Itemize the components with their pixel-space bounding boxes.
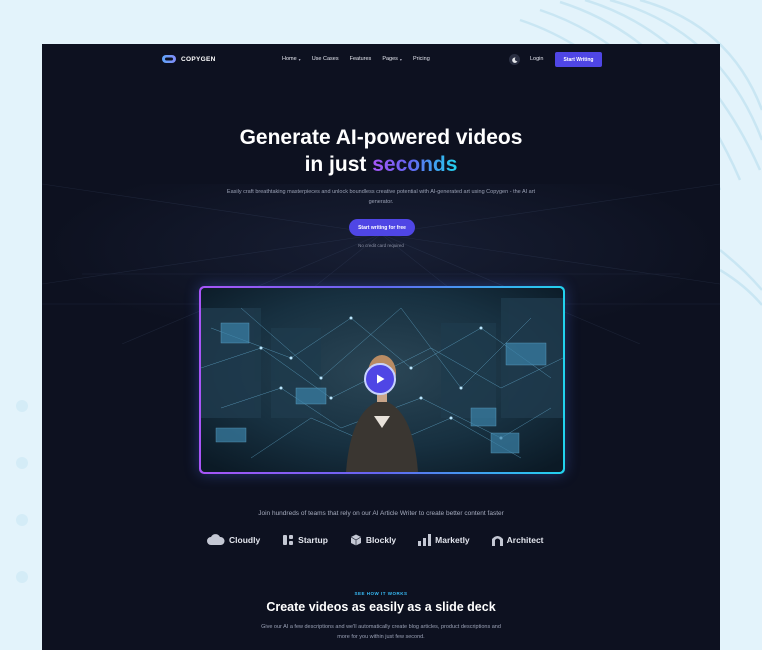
arch-icon [491,536,503,546]
startup-icon [283,535,294,545]
brand-name: Architect [506,535,544,545]
play-icon [377,374,385,384]
start-writing-button[interactable]: Start Writing [555,52,602,67]
hero-subtitle: Easily craft breathtaking masterpieces a… [226,189,536,205]
nav-item-use-cases[interactable]: Use Cases [312,56,339,62]
chevron-down-icon: ▾ [298,56,301,62]
nav-item-label: Use Cases [311,56,339,62]
nav-item-pages[interactable]: Pages ▾ [382,56,402,62]
brand-name: Cloudly [229,535,261,545]
start-writing-free-button[interactable]: Start writing for free [349,219,415,236]
logo-icon [162,55,176,63]
top-nav: COPYGEN Home ▾ Use Cases Features Pages … [42,44,720,76]
hero-title-line1: Generate AI-powered videos [239,126,523,149]
nav-item-pricing[interactable]: Pricing [413,56,430,62]
hero-title-line2: in just seconds [42,151,720,178]
login-link[interactable]: Login [530,56,543,62]
nav-item-label: Pricing [412,56,430,62]
hero-title-highlight: seconds [372,153,458,176]
logo[interactable]: COPYGEN [162,54,216,64]
cloud-icon [207,534,225,545]
moon-icon [511,57,517,63]
hero-title: Generate AI-powered videos in just secon… [42,124,720,178]
bar-chart-icon [418,534,432,546]
decorative-dots [16,400,28,628]
decorative-dot [16,400,28,412]
brand-name: Marketly [435,535,470,545]
section-title: Create videos as easily as a slide deck [266,600,496,614]
teams-heading: Join hundreds of teams that rely on our … [258,510,504,517]
no-credit-card-note: No credit card required [358,243,404,248]
theme-toggle[interactable] [509,54,520,65]
decorative-dot [16,571,28,583]
nav-item-features[interactable]: Features [350,56,372,62]
brand-blockly: Blockly [350,534,396,546]
decorative-dot [16,514,28,526]
nav-item-label: Features [349,56,372,62]
hero-title-prefix: in just [304,153,373,176]
brand-logos: Cloudly Startup Blockly Marketly Archite… [207,534,544,546]
landing-page: COPYGEN Home ▾ Use Cases Features Pages … [42,44,720,650]
play-button[interactable] [364,363,396,395]
nav-item-label: Pages [382,56,398,62]
video-player[interactable] [199,286,565,474]
chevron-down-icon: ▾ [399,56,402,62]
brand-startup: Startup [282,534,328,546]
brand-cloudly: Cloudly [207,534,260,546]
section-eyebrow: SEE HOW IT WORKS [354,591,408,596]
section-subtitle: Give our AI a few descriptions and we'll… [261,624,501,640]
cube-icon [350,534,362,546]
brand-architect: Architect [491,534,544,546]
brand-name: Startup [298,535,328,545]
nav-item-label: Home [282,56,297,62]
brand-marketly: Marketly [418,534,470,546]
nav-item-home[interactable]: Home ▾ [282,56,301,62]
main-menu: Home ▾ Use Cases Features Pages ▾ Pricin… [282,56,430,62]
decorative-dot [16,457,28,469]
logo-text: COPYGEN [181,55,216,63]
brand-name: Blockly [365,535,397,545]
